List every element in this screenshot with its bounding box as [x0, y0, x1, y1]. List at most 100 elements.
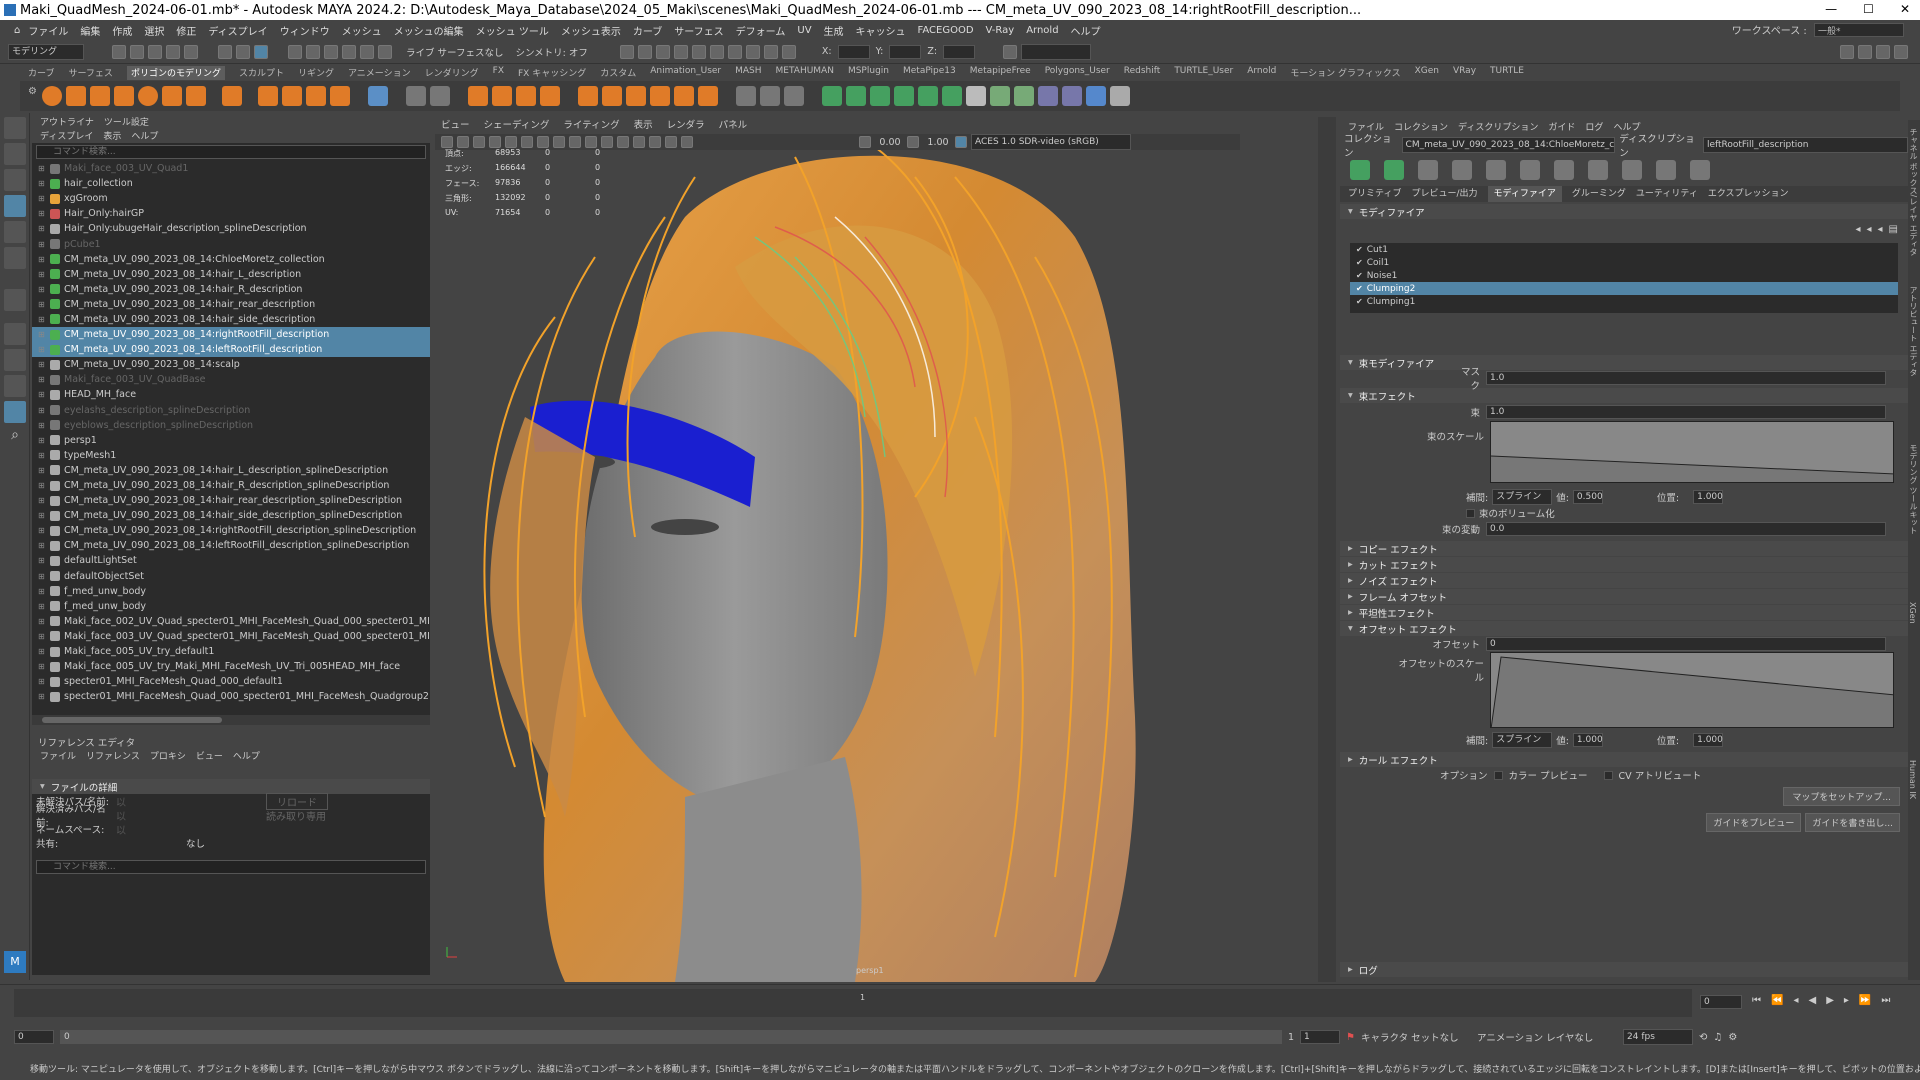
shelf-tab-8[interactable]: FX キャッシング: [518, 66, 586, 80]
soft-mod-icon[interactable]: [4, 289, 26, 311]
select-tool-icon[interactable]: [4, 117, 26, 139]
camera-select-icon[interactable]: [441, 136, 453, 148]
time-slider[interactable]: 0 0 1 0 ⏮ ⏪ ◂ ◀ ▶ ▸ ⏩ ⏭: [0, 984, 1920, 1024]
expand-icon[interactable]: ⊞: [38, 617, 50, 626]
xgen-tab-4[interactable]: ユーティリティ: [1636, 186, 1698, 202]
time-track-left[interactable]: [14, 989, 852, 1017]
expand-icon[interactable]: ⊞: [38, 390, 50, 399]
xgen-menu-1[interactable]: コレクション: [1394, 120, 1448, 136]
shelf-tab-13[interactable]: MSPlugin: [848, 66, 889, 80]
clump-effect-header[interactable]: 束エフェクト: [1340, 388, 1908, 403]
fps-dropdown[interactable]: 24 fps: [1623, 1029, 1694, 1045]
expand-icon[interactable]: ⊞: [38, 481, 50, 490]
svg-icon[interactable]: [330, 86, 350, 106]
outliner-item[interactable]: ⊞ persp1: [32, 433, 430, 448]
outliner-item[interactable]: ⊞ Hair_Only:hairGP: [32, 206, 430, 221]
outliner-tab-0[interactable]: アウトライナ: [40, 115, 94, 129]
ari-set-icon[interactable]: [1014, 86, 1034, 106]
shelf-tab-23[interactable]: TURTLE: [1490, 66, 1524, 80]
xgen-tab-5[interactable]: エクスプレッション: [1708, 186, 1789, 202]
bridge-icon[interactable]: [602, 86, 622, 106]
modifier-item[interactable]: ✔ Noise1: [1350, 269, 1898, 282]
outliner-item[interactable]: ⊞ CM_meta_UV_090_2023_08_14:leftRootFill_…: [32, 342, 430, 358]
paint-select-icon[interactable]: [4, 169, 26, 191]
ipr-render-icon[interactable]: [673, 44, 688, 59]
outliner-item[interactable]: ⊞ CM_meta_UV_090_2023_08_14:scalp: [32, 357, 430, 372]
redo-icon[interactable]: [184, 44, 198, 59]
menu-item-18[interactable]: V-Ray: [986, 25, 1015, 36]
outliner-item[interactable]: ⊞ Maki_face_003_UV_Quad1: [32, 161, 430, 176]
menu-item-5[interactable]: ディスプレイ: [208, 23, 267, 38]
x-field[interactable]: [837, 44, 870, 59]
render-settings-icon[interactable]: [691, 44, 706, 59]
clump-modifier-header[interactable]: 束モディファイア: [1340, 355, 1908, 370]
mirror-icon[interactable]: [406, 86, 426, 106]
outliner-item[interactable]: ⊞ f_med_unw_body: [32, 599, 430, 614]
step-back-key-icon[interactable]: ⏪: [1771, 995, 1783, 1006]
outliner-item[interactable]: ⊞ f_med_unw_body: [32, 584, 430, 599]
effect-section-3[interactable]: フレーム オフセット: [1340, 589, 1908, 604]
viewport[interactable]: [435, 117, 1240, 982]
motion-blur-icon[interactable]: [649, 136, 661, 148]
menu-item-9[interactable]: メッシュ ツール: [476, 23, 549, 38]
shelf-tab-0[interactable]: カーブ: [28, 66, 54, 80]
expand-icon[interactable]: ⊞: [38, 194, 50, 203]
outliner-item[interactable]: ⊞ Maki_face_005_UV_try_default1: [32, 644, 430, 659]
select-component-icon[interactable]: [254, 44, 268, 59]
outliner-item[interactable]: ⊞ Maki_face_005_UV_try_Maki_MHI_FaceMesh_…: [32, 659, 430, 674]
modifier-item[interactable]: ✔ Coil1: [1350, 256, 1898, 269]
snap-grid-icon[interactable]: [288, 44, 302, 59]
close-icon[interactable]: ✕: [1900, 2, 1910, 16]
lights-icon[interactable]: [601, 136, 613, 148]
open-scene-icon[interactable]: [130, 44, 144, 59]
outliner-item[interactable]: ⊞ defaultObjectSet: [32, 569, 430, 584]
effect-section-2[interactable]: ノイズ エフェクト: [1340, 573, 1908, 588]
xgen-tab-1[interactable]: プレビュー/出力: [1411, 186, 1477, 202]
shelf-tab-20[interactable]: モーション グラフィックス: [1290, 66, 1400, 80]
check-icon[interactable]: ✔: [1356, 271, 1363, 280]
symmetry-label[interactable]: シンメトリ: オフ: [515, 45, 587, 59]
description-dropdown[interactable]: leftRootFill_description: [1702, 137, 1908, 153]
search-icon[interactable]: ⌕: [4, 427, 26, 449]
readonly-checkbox[interactable]: 読み取り専用: [266, 808, 326, 823]
shelf-tab-7[interactable]: FX: [493, 66, 504, 80]
expand-icon[interactable]: ⊞: [38, 224, 50, 233]
textured-icon[interactable]: [585, 136, 597, 148]
cube-icon[interactable]: [66, 86, 86, 106]
menu-item-15[interactable]: 生成: [824, 23, 844, 38]
shelf-tab-21[interactable]: XGen: [1415, 66, 1439, 80]
outliner-scrollbar[interactable]: [32, 715, 430, 725]
menu-item-12[interactable]: サーフェス: [674, 23, 723, 38]
viewport-menu-0[interactable]: ビュー: [441, 117, 470, 133]
reference-menu-4[interactable]: ヘルプ: [233, 749, 260, 763]
effect-section-0[interactable]: コピー エフェクト: [1340, 541, 1908, 556]
anim-layer-label[interactable]: アニメーション レイヤなし: [1477, 1030, 1617, 1044]
pos-field[interactable]: 1.000: [1693, 490, 1724, 504]
quad-draw-icon[interactable]: [784, 86, 804, 106]
effect-section-4[interactable]: 平坦性エフェクト: [1340, 605, 1908, 620]
sphere-icon[interactable]: [42, 86, 62, 106]
outliner-item[interactable]: ⊞ CM_meta_UV_090_2023_08_14:rightRootFill…: [32, 327, 430, 343]
shelf-tab-2[interactable]: ポリゴンのモデリング: [126, 66, 225, 80]
bevel-plus-icon[interactable]: [650, 86, 670, 106]
outliner-menu-2[interactable]: ヘルプ: [131, 129, 158, 143]
panel-toggle-icon[interactable]: [1840, 44, 1854, 59]
rotate-tool-icon[interactable]: [4, 221, 26, 243]
menu-item-2[interactable]: 作成: [112, 23, 132, 38]
create-guide-icon[interactable]: [1384, 160, 1404, 180]
rebuild-guide-icon[interactable]: [1520, 160, 1540, 180]
workspace-selector[interactable]: ワークスペース : 一般*: [1732, 22, 1904, 37]
character-set-label[interactable]: キャラクタ セットなし: [1361, 1030, 1471, 1044]
outliner-search[interactable]: コマンド検索...: [36, 145, 426, 159]
hair-preview-icon[interactable]: [1622, 160, 1642, 180]
menu-item-10[interactable]: メッシュ表示: [561, 23, 621, 38]
expand-icon[interactable]: ⊞: [38, 647, 50, 656]
shelf-tab-10[interactable]: Animation_User: [650, 66, 721, 80]
outliner-item[interactable]: ⊞ HEAD_MH_face: [32, 387, 430, 402]
star-icon[interactable]: [258, 86, 278, 106]
viewport-menu-4[interactable]: レンダラ: [667, 117, 705, 133]
plane-icon[interactable]: [162, 86, 182, 106]
select-object-icon[interactable]: [236, 44, 250, 59]
expand-icon[interactable]: ⊞: [38, 587, 50, 596]
soft-select-icon[interactable]: [619, 44, 634, 59]
